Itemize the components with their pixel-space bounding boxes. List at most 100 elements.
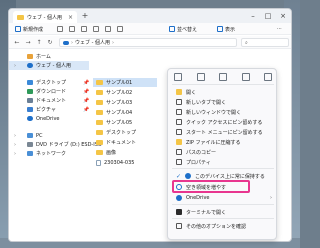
- cloud-icon: [176, 195, 182, 201]
- sidebar-item-label: PC: [36, 132, 43, 139]
- view-icon: [217, 26, 223, 32]
- share-button[interactable]: [105, 25, 111, 33]
- pictures-icon: [27, 107, 33, 112]
- new-button[interactable]: 新規作成: [15, 25, 43, 33]
- menu-item-properties[interactable]: プロパティ: [172, 157, 274, 167]
- delete-icon[interactable]: [264, 73, 272, 81]
- delete-icon: [117, 26, 123, 32]
- menu-item-open-terminal[interactable]: ターミナルで開く: [172, 207, 274, 217]
- menu-item-open-new-window[interactable]: 新しいウィンドウで開く: [172, 107, 274, 117]
- menu-item-pin-quick-access[interactable]: クイック アクセスにピン留めする: [172, 117, 274, 127]
- view-button[interactable]: 表示: [217, 25, 235, 33]
- share-icon[interactable]: [241, 73, 250, 81]
- cloud-icon: [27, 63, 33, 68]
- file-name: 画像: [106, 150, 117, 156]
- rename-icon[interactable]: [219, 73, 227, 81]
- search-input[interactable]: ⌕: [241, 38, 289, 47]
- list-item[interactable]: サンプル04: [93, 108, 157, 117]
- menu-item-open[interactable]: 開く: [172, 87, 274, 97]
- sidebar-item-dvd-drive[interactable]: › DVD ドライブ (D:) ESD-ISO: [9, 140, 102, 149]
- list-item[interactable]: サンプル01: [93, 78, 157, 87]
- menu-item-copy-path[interactable]: パスのコピー: [172, 147, 274, 157]
- menu-item-pin-start[interactable]: スタート メニューにピン留めする: [172, 127, 274, 137]
- list-item[interactable]: ドキュメント: [93, 138, 157, 147]
- address-row: ← → ↑ ↻ › ウェブ - 個人用 › ⌕: [9, 36, 291, 49]
- open-folder-icon: [176, 89, 182, 95]
- list-item[interactable]: 230304-035: [93, 158, 157, 167]
- documents-icon: [27, 98, 33, 103]
- file-name: サンプル05: [106, 120, 133, 126]
- sidebar-item-network[interactable]: › ネットワーク: [9, 149, 89, 158]
- menu-item-label: ZIP ファイルに圧縮する: [186, 139, 241, 146]
- sidebar-item-pc[interactable]: › PC: [9, 131, 89, 140]
- list-item[interactable]: サンプル03: [93, 98, 157, 107]
- menu-item-label: ターミナルで開く: [186, 209, 227, 216]
- menu-item-show-more-options[interactable]: その他のオプションを確認: [172, 221, 274, 231]
- sidebar-item-onedrive-personal[interactable]: › ウェブ - 個人用: [9, 61, 89, 70]
- rename-button[interactable]: [93, 25, 99, 33]
- properties-icon: [176, 159, 182, 165]
- command-bar: 新規作成 並べ替え 表示 ···: [9, 23, 291, 35]
- up-button[interactable]: ↑: [35, 39, 43, 47]
- list-item[interactable]: サンプル05: [93, 118, 157, 127]
- cut-button[interactable]: [57, 25, 63, 33]
- folder-icon: [96, 110, 103, 115]
- dvd-drive-icon: [27, 142, 33, 147]
- minimize-button[interactable]: –: [247, 11, 259, 21]
- paste-button[interactable]: [81, 25, 87, 33]
- breadcrumb-onedrive[interactable]: ウェブ - 個人用: [75, 39, 110, 46]
- chevron-right-icon[interactable]: ›: [14, 142, 16, 148]
- folder-icon: [96, 140, 103, 145]
- menu-divider: [172, 204, 274, 205]
- chevron-right-icon[interactable]: ›: [14, 133, 16, 139]
- chevron-right-icon[interactable]: ›: [14, 151, 16, 157]
- refresh-button[interactable]: ↻: [46, 39, 54, 47]
- menu-item-label: スタート メニューにピン留めする: [186, 129, 263, 136]
- maximize-button[interactable]: □: [262, 11, 274, 21]
- menu-divider: [172, 84, 274, 85]
- download-icon: [27, 89, 33, 94]
- context-menu: 開く 新しいタブで開く 新しいウィンドウで開く クイック アクセスにピン留めする…: [167, 68, 277, 240]
- sidebar-item-onedrive[interactable]: OneDrive: [9, 114, 89, 123]
- pin-icon: 📌: [83, 88, 90, 95]
- sort-button[interactable]: 並べ替え: [169, 25, 197, 33]
- paste-icon: [81, 26, 87, 32]
- list-item[interactable]: デスクトップ: [93, 128, 157, 137]
- copy-icon[interactable]: [196, 73, 205, 81]
- delete-button[interactable]: [117, 25, 123, 33]
- cloud-icon: [185, 173, 192, 179]
- menu-item-label: パスのコピー: [186, 149, 217, 156]
- sidebar-item-desktop[interactable]: デスクトップ 📌: [9, 78, 89, 87]
- more-options-icon: [176, 223, 182, 229]
- pc-icon: [27, 133, 33, 138]
- document-icon: [96, 159, 101, 166]
- file-name: サンプル02: [106, 90, 133, 96]
- sidebar-item-downloads[interactable]: ダウンロード 📌: [9, 87, 89, 96]
- cut-icon[interactable]: [174, 73, 182, 81]
- menu-item-compress-zip[interactable]: ZIP ファイルに圧縮する: [172, 137, 274, 147]
- more-options-button[interactable]: ···: [277, 25, 282, 33]
- menu-item-label: 開く: [186, 89, 197, 96]
- title-bar: ウェブ - 個人用 × + – □ ×: [9, 9, 291, 23]
- forward-button[interactable]: →: [24, 39, 32, 47]
- chevron-right-icon[interactable]: ›: [14, 63, 16, 69]
- list-item[interactable]: サンプル02: [93, 88, 157, 97]
- share-icon: [105, 26, 111, 32]
- menu-item-label: 新しいタブで開く: [186, 99, 227, 106]
- copy-button[interactable]: [69, 25, 75, 33]
- close-window-button[interactable]: ×: [277, 11, 289, 21]
- tab-onedrive[interactable]: ウェブ - 個人用 ×: [13, 11, 77, 23]
- cloud-icon: [63, 40, 69, 45]
- file-name: サンプル01: [106, 80, 133, 86]
- back-button[interactable]: ←: [13, 39, 21, 47]
- sidebar-item-pictures[interactable]: ピクチャ 📌: [9, 105, 89, 114]
- address-bar[interactable]: › ウェブ - 個人用 ›: [59, 38, 237, 47]
- sidebar-item-documents[interactable]: ドキュメント 📌: [9, 96, 89, 105]
- menu-item-onedrive[interactable]: OneDrive ›: [172, 193, 274, 203]
- close-tab-icon[interactable]: ×: [68, 14, 73, 21]
- list-item[interactable]: 画像: [93, 148, 157, 157]
- new-tab-button[interactable]: +: [80, 11, 90, 21]
- sidebar-item-home[interactable]: ホーム: [9, 52, 89, 61]
- plus-icon: [15, 26, 21, 32]
- menu-item-open-new-tab[interactable]: 新しいタブで開く: [172, 97, 274, 107]
